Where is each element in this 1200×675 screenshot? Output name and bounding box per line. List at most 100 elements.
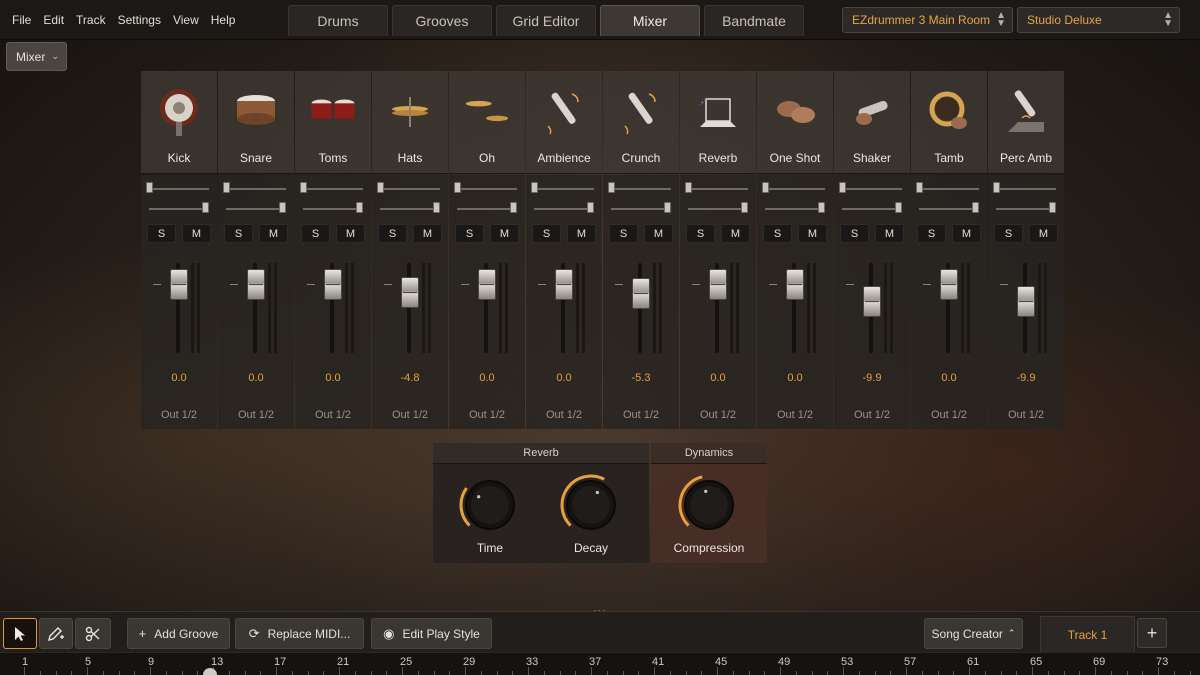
send-slider-handle[interactable] [993, 182, 1000, 193]
volume-db-readout[interactable]: -9.9 [834, 372, 910, 384]
output-routing[interactable]: Out 1/2 [141, 409, 217, 421]
preset-select[interactable]: Studio Deluxe ▲ ▼ [1017, 7, 1180, 33]
output-routing[interactable]: Out 1/2 [988, 409, 1064, 421]
mute-button[interactable]: M [567, 224, 596, 243]
volume-db-readout[interactable]: 0.0 [295, 372, 371, 384]
mute-button[interactable]: M [875, 224, 904, 243]
volume-db-readout[interactable]: 0.0 [449, 372, 525, 384]
tab-grid-editor[interactable]: Grid Editor [496, 5, 596, 36]
add-groove-button[interactable]: + Add Groove [127, 618, 230, 649]
channel-header[interactable]: Ambience [526, 71, 602, 174]
pan-slider-handle[interactable] [510, 202, 517, 213]
solo-button[interactable]: S [301, 224, 330, 243]
channel-header[interactable]: Hats [372, 71, 448, 174]
mute-button[interactable]: M [490, 224, 519, 243]
fader-handle[interactable] [247, 269, 265, 300]
tab-grooves[interactable]: Grooves [392, 5, 492, 36]
volume-db-readout[interactable]: 0.0 [680, 372, 756, 384]
pan-slider-handle[interactable] [433, 202, 440, 213]
solo-button[interactable]: S [224, 224, 253, 243]
menu-view[interactable]: View [173, 13, 199, 27]
edit-play-style-button[interactable]: ◉ Edit Play Style [371, 618, 492, 649]
menu-edit[interactable]: Edit [43, 13, 64, 27]
tab-drums[interactable]: Drums [288, 5, 388, 36]
solo-button[interactable]: S [378, 224, 407, 243]
channel-header[interactable]: Shaker [834, 71, 910, 174]
fader-handle[interactable] [863, 286, 881, 318]
channel-header[interactable]: Crunch [603, 71, 679, 174]
mute-button[interactable]: M [1029, 224, 1058, 243]
solo-button[interactable]: S [840, 224, 869, 243]
channel-header[interactable]: Kick [141, 71, 217, 174]
solo-button[interactable]: S [994, 224, 1023, 243]
volume-db-readout[interactable]: 0.0 [526, 372, 602, 384]
pan-slider-handle[interactable] [818, 202, 825, 213]
output-routing[interactable]: Out 1/2 [449, 409, 525, 421]
solo-button[interactable]: S [147, 224, 176, 243]
add-track-button[interactable]: + [1137, 618, 1167, 648]
volume-db-readout[interactable]: 0.0 [218, 372, 294, 384]
volume-db-readout[interactable]: 0.0 [141, 372, 217, 384]
channel-header[interactable]: Snare [218, 71, 294, 174]
send-slider-handle[interactable] [300, 182, 307, 193]
fader-handle[interactable] [709, 269, 727, 300]
channel-header[interactable]: Oh [449, 71, 525, 174]
decay-knob[interactable] [558, 472, 624, 538]
channel-header[interactable]: Reverb [680, 71, 756, 174]
pan-slider-handle[interactable] [202, 202, 209, 213]
channel-header[interactable]: Tamb [911, 71, 987, 174]
send-slider-handle[interactable] [916, 182, 923, 193]
select-tool-button[interactable] [3, 618, 37, 649]
replace-midi-button[interactable]: ⟳ Replace MIDI... [235, 618, 364, 649]
solo-button[interactable]: S [532, 224, 561, 243]
mute-button[interactable]: M [952, 224, 981, 243]
fader-handle[interactable] [478, 269, 496, 300]
mute-button[interactable]: M [259, 224, 288, 243]
fader-handle[interactable] [170, 269, 188, 300]
send-slider-handle[interactable] [762, 182, 769, 193]
volume-db-readout[interactable]: -9.9 [988, 372, 1064, 384]
send-slider-handle[interactable] [839, 182, 846, 193]
channel-header[interactable]: One Shot [757, 71, 833, 174]
volume-db-readout[interactable]: 0.0 [911, 372, 987, 384]
send-slider-handle[interactable] [531, 182, 538, 193]
time-knob[interactable] [457, 472, 523, 538]
output-routing[interactable]: Out 1/2 [757, 409, 833, 421]
fader-handle[interactable] [401, 277, 419, 309]
output-routing[interactable]: Out 1/2 [295, 409, 371, 421]
mute-button[interactable]: M [336, 224, 365, 243]
fader-handle[interactable] [786, 269, 804, 300]
timeline-ruler[interactable]: 1 5 9 13 17 21 25 29 33 37 41 45 49 53 57 61 65 69 73 [0, 652, 1200, 675]
pan-slider-handle[interactable] [587, 202, 594, 213]
draw-tool-button[interactable] [39, 618, 73, 649]
channel-header[interactable]: Perc Amb [988, 71, 1064, 174]
cut-tool-button[interactable] [75, 618, 111, 649]
output-routing[interactable]: Out 1/2 [372, 409, 448, 421]
output-routing[interactable]: Out 1/2 [526, 409, 602, 421]
solo-button[interactable]: S [686, 224, 715, 243]
pan-slider-handle[interactable] [279, 202, 286, 213]
send-slider-handle[interactable] [377, 182, 384, 193]
room-select[interactable]: EZdrummer 3 Main Room ▲ ▼ [842, 7, 1013, 33]
song-creator-button[interactable]: Song Creator ⌃ [924, 618, 1023, 649]
solo-button[interactable]: S [455, 224, 484, 243]
output-routing[interactable]: Out 1/2 [680, 409, 756, 421]
output-routing[interactable]: Out 1/2 [834, 409, 910, 421]
playhead-handle[interactable] [203, 668, 217, 675]
output-routing[interactable]: Out 1/2 [218, 409, 294, 421]
send-slider-handle[interactable] [608, 182, 615, 193]
menu-file[interactable]: File [12, 13, 31, 27]
send-slider-handle[interactable] [454, 182, 461, 193]
volume-db-readout[interactable]: -5.3 [603, 372, 679, 384]
output-routing[interactable]: Out 1/2 [911, 409, 987, 421]
track-tab[interactable]: Track 1 [1040, 616, 1135, 652]
solo-button[interactable]: S [763, 224, 792, 243]
send-slider-handle[interactable] [146, 182, 153, 193]
tab-mixer[interactable]: Mixer [600, 5, 700, 36]
mute-button[interactable]: M [721, 224, 750, 243]
compression-knob[interactable] [676, 472, 742, 538]
volume-db-readout[interactable]: 0.0 [757, 372, 833, 384]
menu-track[interactable]: Track [76, 13, 106, 27]
fader-handle[interactable] [940, 269, 958, 300]
menu-settings[interactable]: Settings [118, 13, 161, 27]
